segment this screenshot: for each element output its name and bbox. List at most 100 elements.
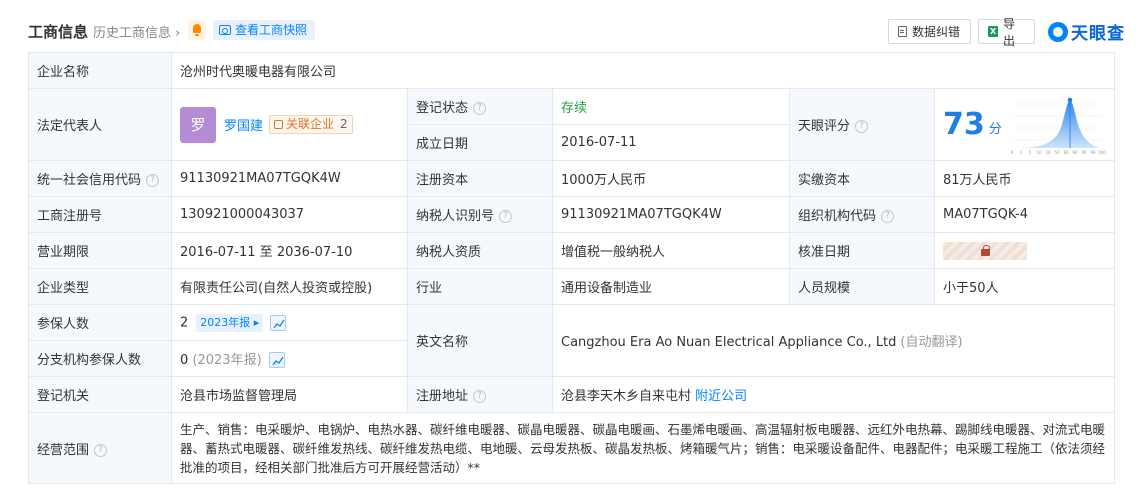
english-name-label: 英文名称 — [407, 304, 553, 377]
section-title: 工商信息 — [28, 23, 89, 41]
reg-capital-value: 1000万人民币 — [552, 160, 790, 197]
authority-label: 登记机关 — [28, 376, 172, 413]
branch-insured-year: (2023年报) — [192, 352, 262, 368]
industry-value: 通用设备制造业 — [552, 268, 790, 305]
approval-date-cell — [934, 232, 1115, 269]
reg-status-value: 存续 — [552, 88, 790, 125]
x-tick-label: 50 — [1054, 150, 1060, 155]
org-code-label: 组织机构代码? — [789, 196, 935, 233]
legal-rep-label: 法定代表人 — [28, 88, 172, 161]
help-icon[interactable]: ? — [94, 443, 108, 457]
score-label: 天眼评分? — [789, 88, 935, 161]
industry-label: 行业 — [407, 268, 553, 305]
related-label: 关联企业 — [286, 117, 335, 131]
taxpayer-qual-value: 增值税一般纳税人 — [552, 232, 790, 269]
table-row: 企业名称 沧州时代奥暖电器有限公司 — [28, 52, 1115, 89]
taxpayer-id-value: 91130921MA07TGQK4W — [552, 196, 790, 233]
branch-insured-cell: 0 (2023年报) — [171, 340, 408, 377]
table-row: 参保人数 2 2023年报 ▸ 英文名称 Cangzhou Era Ao Nuan… — [28, 304, 1115, 377]
reg-capital-label: 注册资本 — [407, 160, 553, 197]
branch-insured-label: 分支机构参保人数 — [28, 340, 172, 377]
bell-icon[interactable] — [188, 20, 206, 40]
document-icon — [898, 26, 907, 37]
x-tick-label: 20 — [1045, 150, 1051, 155]
avatar[interactable]: 罗 — [180, 106, 216, 143]
approval-date-label: 核准日期 — [789, 232, 935, 269]
score-distribution-curve — [1012, 99, 1102, 148]
trend-chart-icon[interactable] — [268, 352, 285, 369]
export-button[interactable]: X 导出 — [978, 17, 1035, 48]
link-icon — [274, 120, 284, 129]
founded-value: 2016-07-11 — [552, 124, 790, 161]
help-icon[interactable]: ? — [473, 102, 487, 115]
legal-rep-link[interactable]: 罗国建 — [224, 115, 263, 134]
x-tick-label: 10 — [1036, 150, 1042, 155]
insured-label: 参保人数 — [28, 304, 172, 341]
type-value: 有限责任公司(自然人投资或控股) — [171, 268, 408, 305]
address-label: 注册地址? — [407, 376, 553, 413]
x-tick-label: 1 — [1020, 150, 1023, 155]
english-name-value: Cangzhou Era Ao Nuan Electrical Applianc… — [561, 335, 897, 350]
address-value: 沧县李天木乡自来屯村 — [561, 389, 692, 404]
data-correction-label: 数据纠错 — [912, 25, 961, 39]
score-distribution-chart: 0 1 5 10 20 50 80 90 95 99 100 — [1011, 97, 1106, 155]
chevron-right-icon: › — [175, 26, 181, 41]
taxpayer-id-label: 纳税人识别号? — [407, 196, 553, 233]
score-display: 73 分 — [943, 106, 1002, 142]
table-row: 法定代表人 罗 罗国建 关联企业 2 登记状态? 存续 天眼评分? 73 分 0… — [28, 88, 1115, 161]
tianyancha-logo: 天眼查 — [1048, 19, 1125, 44]
x-tick-label: 99 — [1090, 150, 1096, 155]
branch-insured-value: 0 — [180, 352, 189, 368]
table-row: 营业期限 2016-07-11 至 2036-07-10 纳税人资质 增值税一般… — [28, 232, 1115, 269]
score-cell[interactable]: 73 分 0 1 5 10 20 50 80 90 95 99 100 — [934, 88, 1115, 161]
reg-no-value: 130921000043037 — [171, 196, 408, 233]
company-name: 沧州时代奥暖电器有限公司 — [171, 52, 1115, 89]
history-info-link[interactable]: 历史工商信息 › — [93, 22, 180, 41]
insured-report-tag[interactable]: 2023年报 ▸ — [196, 313, 264, 332]
scope-value: 生产、销售：电采暖炉、电锅炉、电热水器、碳纤维电暖器、碳晶电暖器、碳晶电暖画、石… — [171, 412, 1115, 484]
logo-mark-icon — [1048, 21, 1068, 42]
paid-capital-label: 实缴资本 — [789, 160, 935, 197]
company-name-label: 企业名称 — [28, 52, 172, 89]
locked-value-lock-icon[interactable] — [943, 241, 1027, 260]
taxpayer-qual-label: 纳税人资质 — [407, 232, 553, 269]
help-icon[interactable]: ? — [146, 174, 160, 187]
scope-label: 经营范围? — [28, 412, 172, 484]
english-name-cell: Cangzhou Era Ao Nuan Electrical Applianc… — [552, 304, 1115, 377]
score-unit: 分 — [988, 121, 1002, 137]
x-tick-label: 95 — [1081, 150, 1087, 155]
export-label: 导出 — [1003, 16, 1016, 48]
help-icon[interactable]: ? — [499, 210, 513, 223]
founded-label: 成立日期 — [407, 124, 553, 161]
score-marker-dot — [1067, 97, 1073, 102]
help-icon[interactable]: ? — [855, 120, 869, 133]
view-snapshot-label: 查看工商快照 — [235, 23, 308, 37]
business-info-table: 企业名称 沧州时代奥暖电器有限公司 法定代表人 罗 罗国建 关联企业 2 登记状态… — [28, 52, 1115, 484]
staff-label: 人员规模 — [789, 268, 935, 305]
related-companies-badge[interactable]: 关联企业 2 — [269, 115, 353, 134]
reg-no-label: 工商注册号 — [28, 196, 172, 233]
x-tick-label: 80 — [1063, 150, 1069, 155]
auto-translate-note: (自动翻译) — [900, 335, 963, 350]
paid-capital-value: 81万人民币 — [934, 160, 1115, 197]
data-correction-button[interactable]: 数据纠错 — [888, 19, 971, 44]
camera-icon — [219, 25, 231, 35]
table-row: 经营范围? 生产、销售：电采暖炉、电锅炉、电热水器、碳纤维电暖器、碳晶电暖器、碳… — [28, 412, 1115, 484]
trend-chart-icon[interactable] — [270, 314, 287, 331]
history-info-label: 历史工商信息 — [93, 26, 172, 41]
x-tick-label: 100 — [1098, 150, 1106, 155]
table-row: 工商注册号 130921000043037 纳税人识别号? 91130921MA… — [28, 196, 1115, 233]
x-tick-labels: 0 1 5 10 20 50 80 90 95 99 100 — [1011, 150, 1106, 155]
view-snapshot-button[interactable]: 查看工商快照 — [213, 20, 316, 40]
authority-value: 沧县市场监督管理局 — [171, 376, 408, 413]
reg-status-label: 登记状态? — [407, 88, 553, 125]
nearby-companies-link[interactable]: 附近公司 — [695, 389, 747, 404]
staff-value: 小于50人 — [934, 268, 1115, 305]
credit-code-value: 91130921MA07TGQK4W — [171, 160, 408, 197]
help-icon[interactable]: ? — [881, 210, 895, 223]
table-row: 统一社会信用代码? 91130921MA07TGQK4W 注册资本 1000万人… — [28, 160, 1115, 197]
type-label: 企业类型 — [28, 268, 172, 305]
score-number: 73 — [943, 106, 985, 142]
credit-code-label: 统一社会信用代码? — [28, 160, 172, 197]
help-icon[interactable]: ? — [473, 390, 487, 403]
